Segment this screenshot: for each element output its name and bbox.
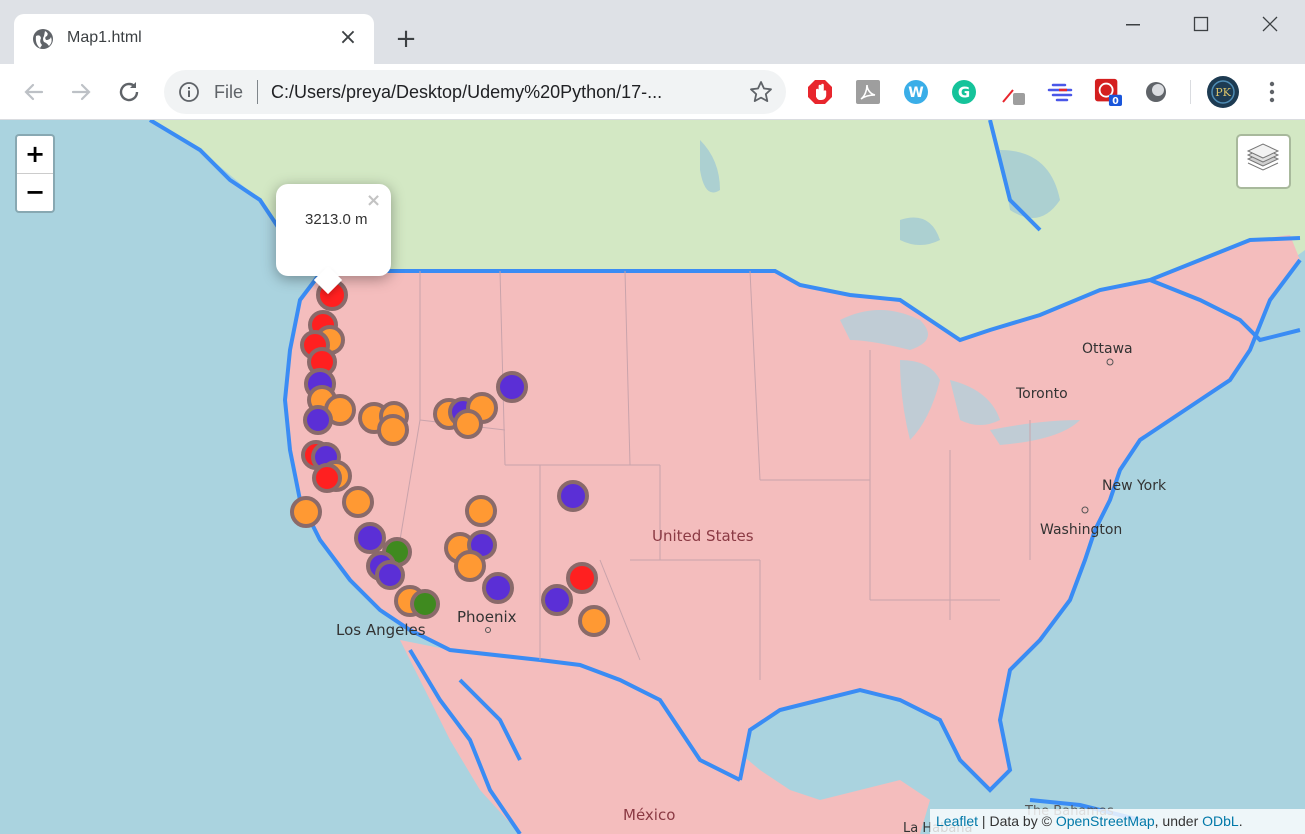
avatar-initials: PK bbox=[1215, 86, 1231, 99]
volcano-marker[interactable] bbox=[496, 371, 528, 403]
browser-toolbar: File C:/Users/preya/Desktop/Udemy%20Pyth… bbox=[0, 64, 1305, 120]
minimize-icon bbox=[1126, 24, 1140, 26]
volcano-marker[interactable] bbox=[410, 589, 440, 619]
leaflet-map[interactable]: Ottawa Toronto New York Washington Unite… bbox=[0, 120, 1305, 834]
attribution-text-under: , under bbox=[1154, 813, 1203, 829]
volcano-marker[interactable] bbox=[375, 560, 405, 590]
label-toronto: Toronto bbox=[1015, 386, 1068, 402]
title-bar: Map1.html × + bbox=[0, 0, 1305, 64]
scheme-label: File bbox=[214, 82, 244, 102]
zoom-in-button[interactable]: + bbox=[17, 136, 53, 173]
info-icon[interactable] bbox=[178, 81, 200, 103]
address-bar[interactable]: File C:/Users/preya/Desktop/Udemy%20Pyth… bbox=[164, 70, 786, 114]
close-window-button[interactable] bbox=[1250, 8, 1290, 38]
label-ottawa: Ottawa bbox=[1082, 341, 1133, 357]
layers-control-button[interactable] bbox=[1236, 134, 1291, 189]
globe-icon bbox=[33, 29, 53, 49]
popup-content: 3213.0 m bbox=[305, 211, 368, 228]
volcano-marker[interactable] bbox=[578, 605, 610, 637]
attribution-text: | Data by © bbox=[978, 813, 1056, 829]
bookmark-star-icon[interactable] bbox=[748, 79, 774, 105]
profile-avatar[interactable]: PK bbox=[1206, 75, 1240, 109]
map-attribution: Leaflet | Data by © OpenStreetMap, under… bbox=[930, 809, 1305, 834]
volcano-marker[interactable] bbox=[566, 562, 598, 594]
attribution-period: . bbox=[1238, 813, 1243, 829]
lines-extension-icon[interactable] bbox=[1047, 78, 1075, 106]
new-tab-button[interactable]: + bbox=[392, 26, 420, 54]
pdf-icon[interactable] bbox=[854, 78, 882, 106]
zoom-control: + − bbox=[15, 134, 55, 213]
omnibox-divider bbox=[257, 80, 258, 104]
openstreetmap-link[interactable]: OpenStreetMap bbox=[1056, 813, 1155, 829]
svg-text:W: W bbox=[908, 85, 923, 101]
url-text[interactable]: C:/Users/preya/Desktop/Udemy%20Python/17… bbox=[271, 82, 731, 103]
menu-kebab-icon[interactable] bbox=[1258, 78, 1286, 106]
grammarly-icon[interactable]: G bbox=[950, 78, 978, 106]
volcano-marker[interactable] bbox=[482, 572, 514, 604]
toolbar-divider bbox=[1190, 80, 1191, 104]
leaflet-link[interactable]: Leaflet bbox=[936, 813, 978, 829]
volcano-marker[interactable] bbox=[465, 495, 497, 527]
maximize-button[interactable] bbox=[1181, 8, 1221, 38]
back-arrow-icon[interactable] bbox=[18, 76, 50, 108]
zoom-out-button[interactable]: − bbox=[17, 173, 53, 210]
circle-extension-icon[interactable] bbox=[1142, 78, 1170, 106]
volcano-marker[interactable] bbox=[312, 463, 342, 493]
badge-extension-icon[interactable]: 0 bbox=[1094, 78, 1122, 106]
map-base-layer: Ottawa Toronto New York Washington Unite… bbox=[148, 120, 1305, 834]
adblock-icon[interactable] bbox=[806, 78, 834, 106]
volcano-marker[interactable] bbox=[377, 414, 409, 446]
label-washington: Washington bbox=[1040, 522, 1122, 538]
maximize-icon bbox=[1193, 16, 1209, 32]
volcano-marker[interactable] bbox=[541, 584, 573, 616]
forward-arrow-icon[interactable] bbox=[65, 76, 97, 108]
label-new-york: New York bbox=[1102, 478, 1167, 494]
volcano-marker[interactable] bbox=[557, 480, 589, 512]
label-los-angeles: Los Angeles bbox=[336, 621, 426, 639]
eyedropper-icon[interactable] bbox=[1000, 78, 1028, 106]
volcano-marker[interactable] bbox=[453, 409, 483, 439]
tab-title: Map1.html bbox=[67, 29, 142, 46]
volcano-marker[interactable] bbox=[342, 486, 374, 518]
extension-badge-count: 0 bbox=[1112, 96, 1119, 106]
volcano-marker[interactable] bbox=[290, 496, 322, 528]
marker-popup: × 3213.0 m bbox=[276, 184, 391, 295]
label-united-states: United States bbox=[652, 527, 754, 545]
reload-icon[interactable] bbox=[113, 76, 145, 108]
close-tab-button[interactable]: × bbox=[337, 27, 359, 49]
browser-tab[interactable]: Map1.html × bbox=[14, 14, 374, 64]
layers-icon bbox=[1246, 143, 1280, 171]
volcano-marker[interactable] bbox=[354, 522, 386, 554]
minimize-button[interactable] bbox=[1113, 8, 1153, 38]
label-mexico: México bbox=[623, 806, 675, 824]
close-icon bbox=[1262, 16, 1278, 32]
volcano-marker[interactable] bbox=[303, 405, 333, 435]
label-phoenix: Phoenix bbox=[457, 608, 517, 626]
odbl-link[interactable]: ODbL bbox=[1202, 813, 1239, 829]
svg-text:G: G bbox=[958, 84, 970, 102]
volcano-marker[interactable] bbox=[454, 550, 486, 582]
w-extension-icon[interactable]: W bbox=[902, 78, 930, 106]
